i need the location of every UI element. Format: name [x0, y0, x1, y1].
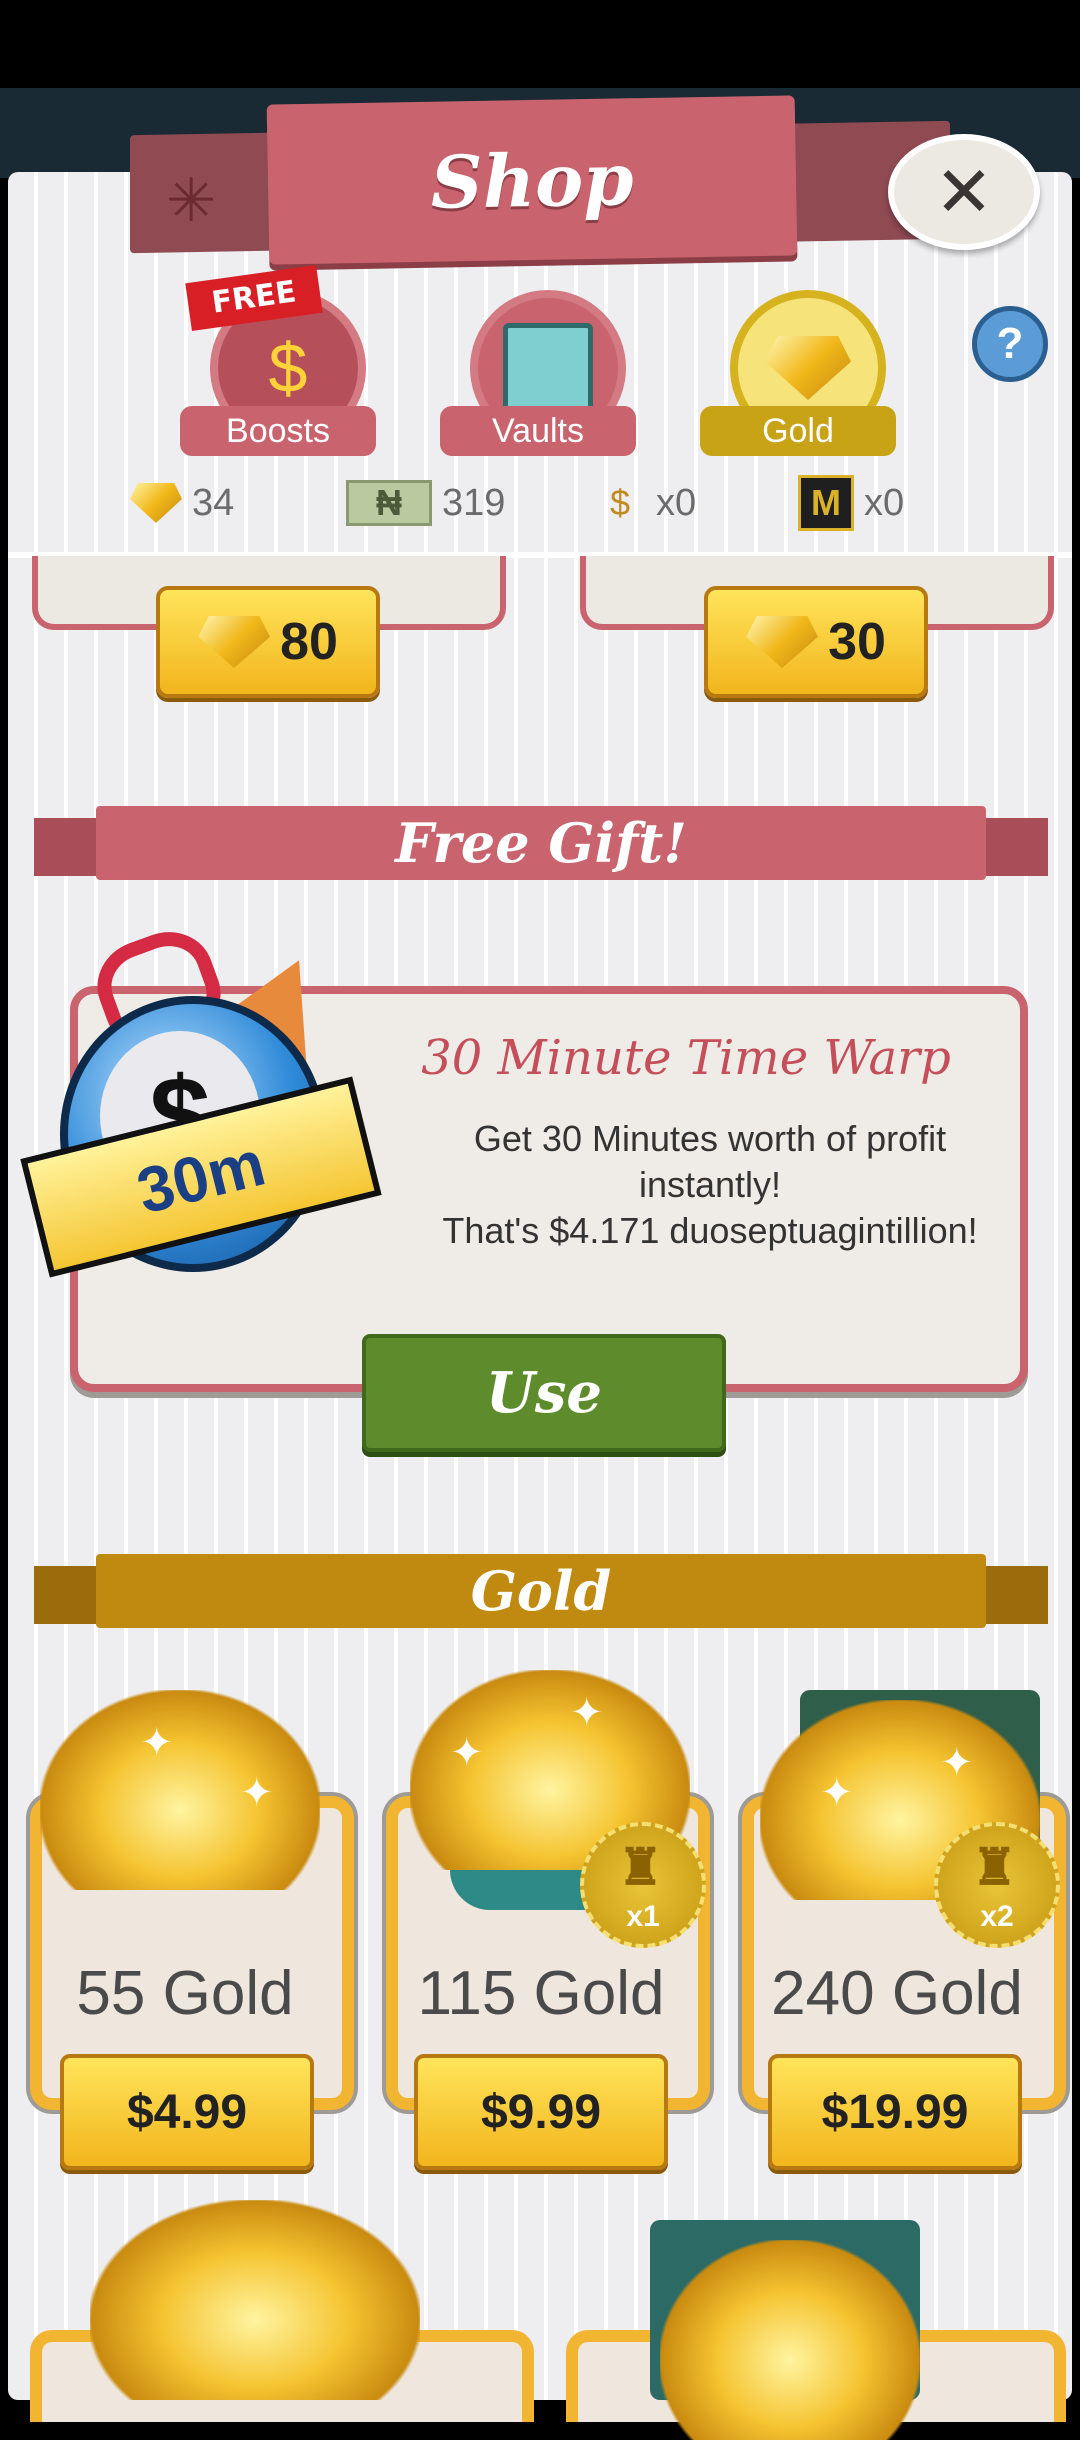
price-value: 80	[280, 613, 338, 671]
section-title: Free Gift!	[395, 811, 687, 875]
multiplier-badge: ♜ x1	[580, 1822, 706, 1948]
currency-megabucks: ₦ 319	[346, 478, 505, 528]
multiplier-label: x1	[626, 1900, 660, 1933]
currency-value: 319	[442, 481, 506, 524]
status-bar	[0, 0, 1080, 88]
close-icon: ✕	[934, 151, 994, 233]
tab-gold[interactable]: Gold	[700, 290, 900, 460]
page-title: Shop	[429, 135, 635, 225]
use-label: Use	[486, 1360, 602, 1426]
price-label: $4.99	[126, 2085, 248, 2139]
use-button[interactable]: Use	[362, 1334, 726, 1452]
gold-gem-icon	[130, 483, 182, 523]
buy-button[interactable]: $19.99	[768, 2054, 1022, 2170]
multiplier-badge: ♜ x2	[934, 1822, 1060, 1948]
star-decoration-icon: ✳	[166, 167, 217, 234]
help-button[interactable]: ?	[972, 306, 1048, 382]
time-warp-icon: $ 30m	[20, 919, 382, 1278]
tab-label: Gold	[700, 406, 896, 456]
gift-title: 30 Minute Time Warp	[421, 1030, 951, 1086]
gold-pack-label: 115 Gold	[417, 1959, 665, 2028]
tycoon-icon: ♜	[618, 1839, 663, 1895]
gold-gem-icon	[198, 616, 271, 668]
close-button[interactable]: ✕	[888, 134, 1040, 250]
buy-button[interactable]: $9.99	[414, 2054, 668, 2170]
gold-pile-icon: ✦ ✦	[40, 1690, 320, 1890]
currency-value: x0	[656, 481, 697, 524]
buy-button[interactable]: $4.99	[60, 2054, 314, 2170]
megabuck-bill-icon: ₦	[346, 480, 432, 526]
gold-price-button[interactable]: 80	[156, 586, 380, 698]
tab-label: Vaults	[440, 406, 636, 456]
gold-chest-icon	[660, 2240, 920, 2440]
currency-moneybag: $ x0	[594, 478, 696, 528]
gold-pack-label: 55 Gold	[76, 1959, 294, 2028]
multiplier-label: x2	[980, 1900, 1014, 1933]
currency-value: x0	[864, 481, 905, 524]
section-title: Gold	[470, 1559, 612, 1623]
shop-title-box: Shop	[266, 95, 798, 265]
currency-gold: 34	[130, 478, 234, 528]
mega-ticket-icon: M	[798, 475, 854, 531]
price-value: 30	[828, 613, 886, 671]
question-icon: ?	[996, 319, 1024, 368]
gold-ribbon: Gold	[34, 1554, 1048, 1628]
gold-price-button[interactable]: 30	[704, 586, 928, 698]
money-bag-icon: $	[609, 482, 631, 523]
tab-label: Boosts	[180, 406, 376, 456]
gold-gem-icon	[746, 616, 819, 668]
free-gift-ribbon: Free Gift!	[34, 806, 1048, 880]
currency-value: 34	[192, 481, 235, 524]
tab-vaults[interactable]: Vaults	[440, 290, 640, 460]
time-warp-badge: 30m	[130, 1126, 272, 1228]
tycoon-icon: ♜	[972, 1839, 1017, 1895]
price-label: $19.99	[821, 2085, 969, 2139]
gold-pack-label: 240 Gold	[771, 1959, 1023, 2028]
currency-ticket: M x0	[798, 475, 905, 531]
gift-description: Get 30 Minutes worth of profit instantly…	[442, 1118, 978, 1251]
price-label: $9.99	[480, 2085, 602, 2139]
gold-pot-icon	[90, 2200, 420, 2400]
